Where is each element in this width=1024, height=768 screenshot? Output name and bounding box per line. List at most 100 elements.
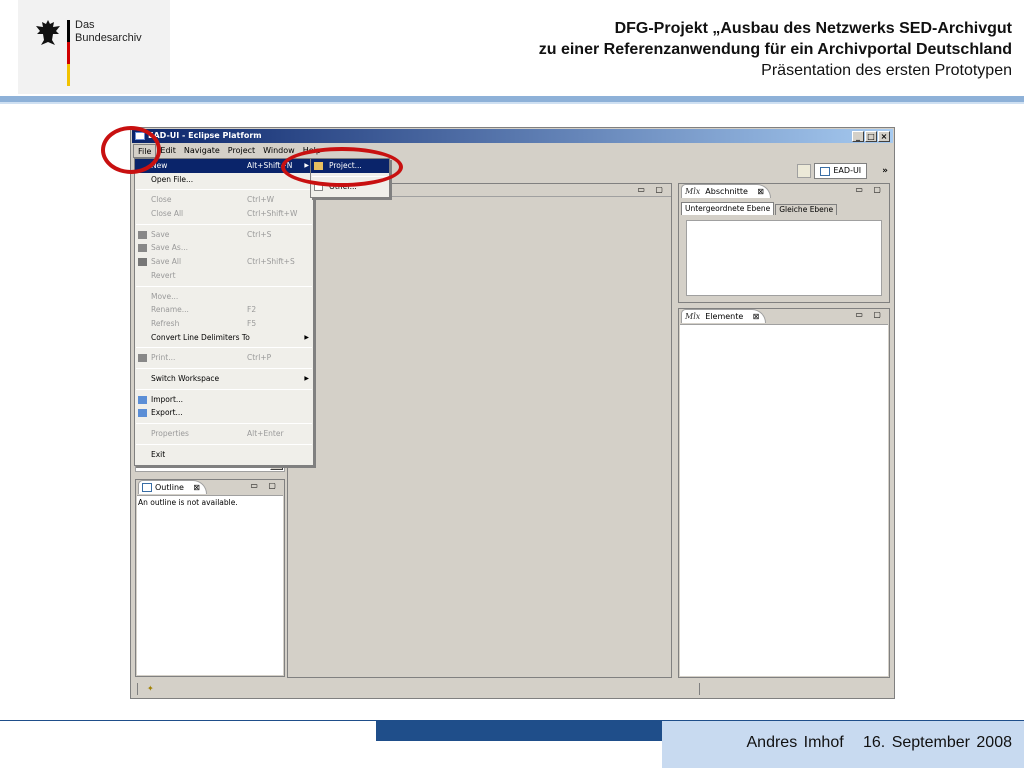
- menu-item-exit[interactable]: Exit: [135, 448, 313, 462]
- editor-view-controls[interactable]: ▭ ▢: [637, 185, 667, 194]
- footer-text: Andres Imhof 16. September 2008: [747, 734, 1013, 752]
- menu-item-open-file[interactable]: Open File...: [135, 173, 313, 187]
- menu-item-new[interactable]: New Alt+Shift+N ▶: [135, 159, 313, 173]
- outline-view: Outline ⊠ ▭ ▢ An outline is not availabl…: [135, 479, 285, 677]
- close-tab-icon[interactable]: ⊠: [753, 310, 760, 323]
- window-app-icon: [135, 132, 145, 140]
- menu-item-revert[interactable]: Revert: [135, 269, 313, 283]
- outline-icon: [142, 483, 152, 492]
- elemente-view-controls[interactable]: ▭ ▢: [855, 310, 885, 319]
- tab-outline-label: Outline: [155, 483, 184, 492]
- editor-area: ▭ ▢: [287, 183, 672, 678]
- menu-separator: [136, 347, 312, 349]
- title-line-3: Präsentation des ersten Prototypen: [761, 62, 1012, 79]
- abschnitte-content[interactable]: [686, 220, 882, 296]
- save-icon: [138, 230, 147, 239]
- perspective-bar: EAD-UI »: [797, 162, 888, 180]
- menu-file[interactable]: File: [133, 144, 157, 158]
- menu-separator: [136, 367, 312, 369]
- menu-edit[interactable]: Edit: [156, 144, 180, 158]
- tab-outline[interactable]: Outline ⊠: [138, 480, 207, 494]
- file-menu: New Alt+Shift+N ▶ Open File... Close Ctrl+W…: [134, 158, 314, 466]
- menu-item-close[interactable]: Close Ctrl+W: [135, 193, 313, 207]
- logo-text: Das Bundesarchiv: [75, 19, 142, 45]
- fast-view-icon[interactable]: ✦: [147, 684, 154, 693]
- footer-dark-bar: [376, 721, 662, 741]
- menu-item-convert-line-delimiters[interactable]: Convert Line Delimiters To ▶: [135, 331, 313, 345]
- submenu-arrow-icon: ▶: [304, 374, 309, 382]
- outline-view-controls[interactable]: ▭ ▢: [250, 481, 280, 490]
- menu-item-properties[interactable]: Properties Alt+Enter: [135, 427, 313, 441]
- menu-item-move[interactable]: Move...: [135, 290, 313, 304]
- menu-navigate[interactable]: Navigate: [180, 144, 224, 158]
- status-separator: [699, 683, 700, 695]
- status-separator: [137, 683, 138, 695]
- window-titlebar[interactable]: EAD-UI - Eclipse Platform _ □ ×: [132, 129, 893, 143]
- logo-text-das: Das: [75, 19, 95, 31]
- menu-item-switch-workspace[interactable]: Switch Workspace ▶: [135, 372, 313, 386]
- menu-item-rename[interactable]: Rename... F2: [135, 303, 313, 317]
- menu-separator: [136, 223, 312, 225]
- tab-gleiche-ebene[interactable]: Gleiche Ebene: [775, 204, 838, 215]
- menu-item-new-other[interactable]: Other...: [311, 180, 389, 194]
- menubar: File Edit Navigate Project Window Help: [133, 144, 325, 158]
- close-tab-icon[interactable]: ⊠: [757, 185, 764, 198]
- header-band-light: [0, 102, 1024, 104]
- close-tab-icon[interactable]: ⊠: [193, 481, 200, 494]
- new-submenu: Project... Other...: [310, 158, 390, 198]
- tab-untergeordnete-ebene[interactable]: Untergeordnete Ebene: [681, 202, 775, 215]
- submenu-arrow-icon: ▶: [304, 333, 309, 341]
- menu-window[interactable]: Window: [259, 144, 299, 158]
- window-title: EAD-UI - Eclipse Platform: [148, 131, 262, 140]
- menu-separator: [136, 189, 312, 191]
- menu-item-import[interactable]: Import...: [135, 393, 313, 407]
- logo-text-bundesarchiv: Bundesarchiv: [75, 32, 142, 44]
- import-icon: [138, 395, 147, 404]
- menu-item-save[interactable]: Save Ctrl+S: [135, 228, 313, 242]
- tab-abschnitte[interactable]: Mlx Abschnitte ⊠: [681, 184, 771, 198]
- menu-item-export[interactable]: Export...: [135, 406, 313, 420]
- menu-separator: [312, 175, 388, 177]
- tab-elemente-label: Elemente: [705, 312, 744, 321]
- title-line-2: zu einer Referenzanwendung für ein Archi…: [538, 41, 1012, 58]
- bundesarchiv-logo: Das Bundesarchiv: [18, 0, 170, 94]
- open-perspective-icon[interactable]: [797, 164, 812, 178]
- menu-separator: [136, 388, 312, 390]
- save-as-icon: [138, 244, 147, 253]
- federal-eagle-icon: [36, 20, 60, 45]
- status-bar: ✦: [133, 682, 892, 696]
- menu-help[interactable]: Help: [299, 144, 325, 158]
- export-icon: [138, 409, 147, 418]
- menu-item-refresh[interactable]: Refresh F5: [135, 317, 313, 331]
- submenu-arrow-icon: ▶: [304, 162, 309, 169]
- menu-item-close-all[interactable]: Close All Ctrl+Shift+W: [135, 207, 313, 221]
- menu-item-new-project[interactable]: Project...: [311, 159, 389, 173]
- elemente-view: Mlx Elemente ⊠ ▭ ▢: [678, 308, 890, 678]
- tab-abschnitte-label: Abschnitte: [705, 187, 748, 196]
- menu-item-save-as[interactable]: Save As...: [135, 241, 313, 255]
- other-wizard-icon: [314, 182, 323, 191]
- minimize-button[interactable]: _: [852, 131, 864, 142]
- footer-date: 16. September 2008: [863, 734, 1012, 751]
- abschnitte-view-controls[interactable]: ▭ ▢: [855, 185, 885, 194]
- menu-separator: [136, 285, 312, 287]
- window-controls: _ □ ×: [852, 131, 890, 142]
- title-line-1: DFG-Projekt „Ausbau des Netzwerks SED-Ar…: [614, 20, 1012, 37]
- maximize-button[interactable]: □: [865, 131, 877, 142]
- menu-item-save-all[interactable]: Save All Ctrl+Shift+S: [135, 255, 313, 269]
- menu-project[interactable]: Project: [224, 144, 259, 158]
- abschnitte-subtabs: Untergeordnete Ebene Gleiche Ebene: [681, 202, 838, 215]
- menu-separator: [136, 423, 312, 424]
- project-icon: [314, 162, 323, 170]
- elemente-content[interactable]: [680, 324, 888, 676]
- perspective-ead-ui[interactable]: EAD-UI: [814, 163, 868, 179]
- menu-separator: [136, 443, 312, 445]
- slide-title: DFG-Projekt „Ausbau des Netzwerks SED-Ar…: [539, 18, 1012, 81]
- perspective-icon: [820, 166, 831, 176]
- more-perspectives-icon[interactable]: »: [882, 166, 888, 176]
- tab-elemente[interactable]: Mlx Elemente ⊠: [681, 309, 767, 323]
- print-icon: [138, 354, 147, 363]
- menu-item-print[interactable]: Print... Ctrl+P: [135, 351, 313, 365]
- flag-bar: [67, 20, 70, 86]
- close-window-button[interactable]: ×: [878, 131, 890, 142]
